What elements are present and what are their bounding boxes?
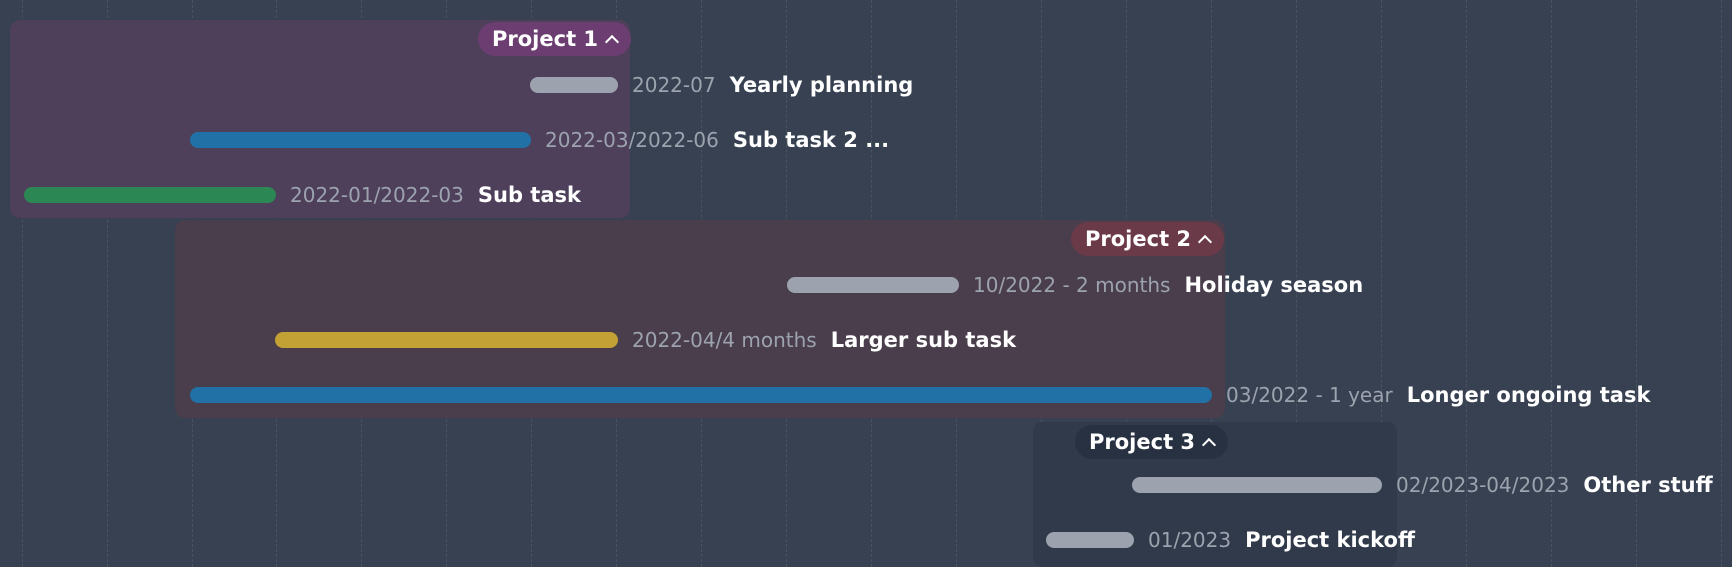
project-2-label: Project 2 <box>1085 227 1192 251</box>
project-3-badge[interactable]: Project 3 <box>1075 425 1229 459</box>
date-label: 10/2022 - 2 months <box>973 273 1171 297</box>
date-label: 2022-03/2022-06 <box>545 128 719 152</box>
task-bar-larger-sub-task[interactable] <box>275 332 618 348</box>
date-label: 02/2023-04/2023 <box>1396 473 1570 497</box>
task-title[interactable]: Longer ongoing task <box>1407 383 1651 407</box>
date-label: 2022-04/4 months <box>632 328 817 352</box>
date-label: 2022-07 <box>632 73 716 97</box>
project-1-badge[interactable]: Project 1 <box>478 22 632 56</box>
task-bar-project-kickoff[interactable] <box>1046 532 1134 548</box>
task-bar-sub-task-2[interactable] <box>190 132 531 148</box>
task-title[interactable]: Sub task 2 ... <box>733 128 889 152</box>
task-bar-sub-task[interactable] <box>24 187 276 203</box>
task-bar-yearly-planning[interactable] <box>530 77 618 93</box>
project-2-badge[interactable]: Project 2 <box>1071 222 1225 256</box>
task-title[interactable]: Larger sub task <box>831 328 1016 352</box>
task-bar-holiday-season[interactable] <box>787 277 959 293</box>
chevron-up-icon <box>604 34 620 50</box>
task-bar-longer-ongoing-task[interactable] <box>190 387 1212 403</box>
timeline: Project 1 2022-07 Yearly planning 2022-03… <box>0 0 1732 567</box>
chevron-up-icon <box>1197 234 1213 250</box>
date-label: 2022-01/2022-03 <box>290 183 464 207</box>
task-title[interactable]: Other stuff <box>1583 473 1712 497</box>
task-title[interactable]: Sub task <box>478 183 581 207</box>
task-title[interactable]: Holiday season <box>1184 273 1363 297</box>
task-title[interactable]: Project kickoff <box>1245 528 1415 552</box>
task-bar-other-stuff[interactable] <box>1132 477 1382 493</box>
date-label: 01/2023 <box>1148 528 1232 552</box>
project-1-label: Project 1 <box>492 27 599 51</box>
task-title[interactable]: Yearly planning <box>730 73 914 97</box>
project-3-label: Project 3 <box>1089 430 1196 454</box>
gridline <box>1721 0 1722 567</box>
chevron-up-icon <box>1201 437 1217 453</box>
date-label: 03/2022 - 1 year <box>1226 383 1393 407</box>
